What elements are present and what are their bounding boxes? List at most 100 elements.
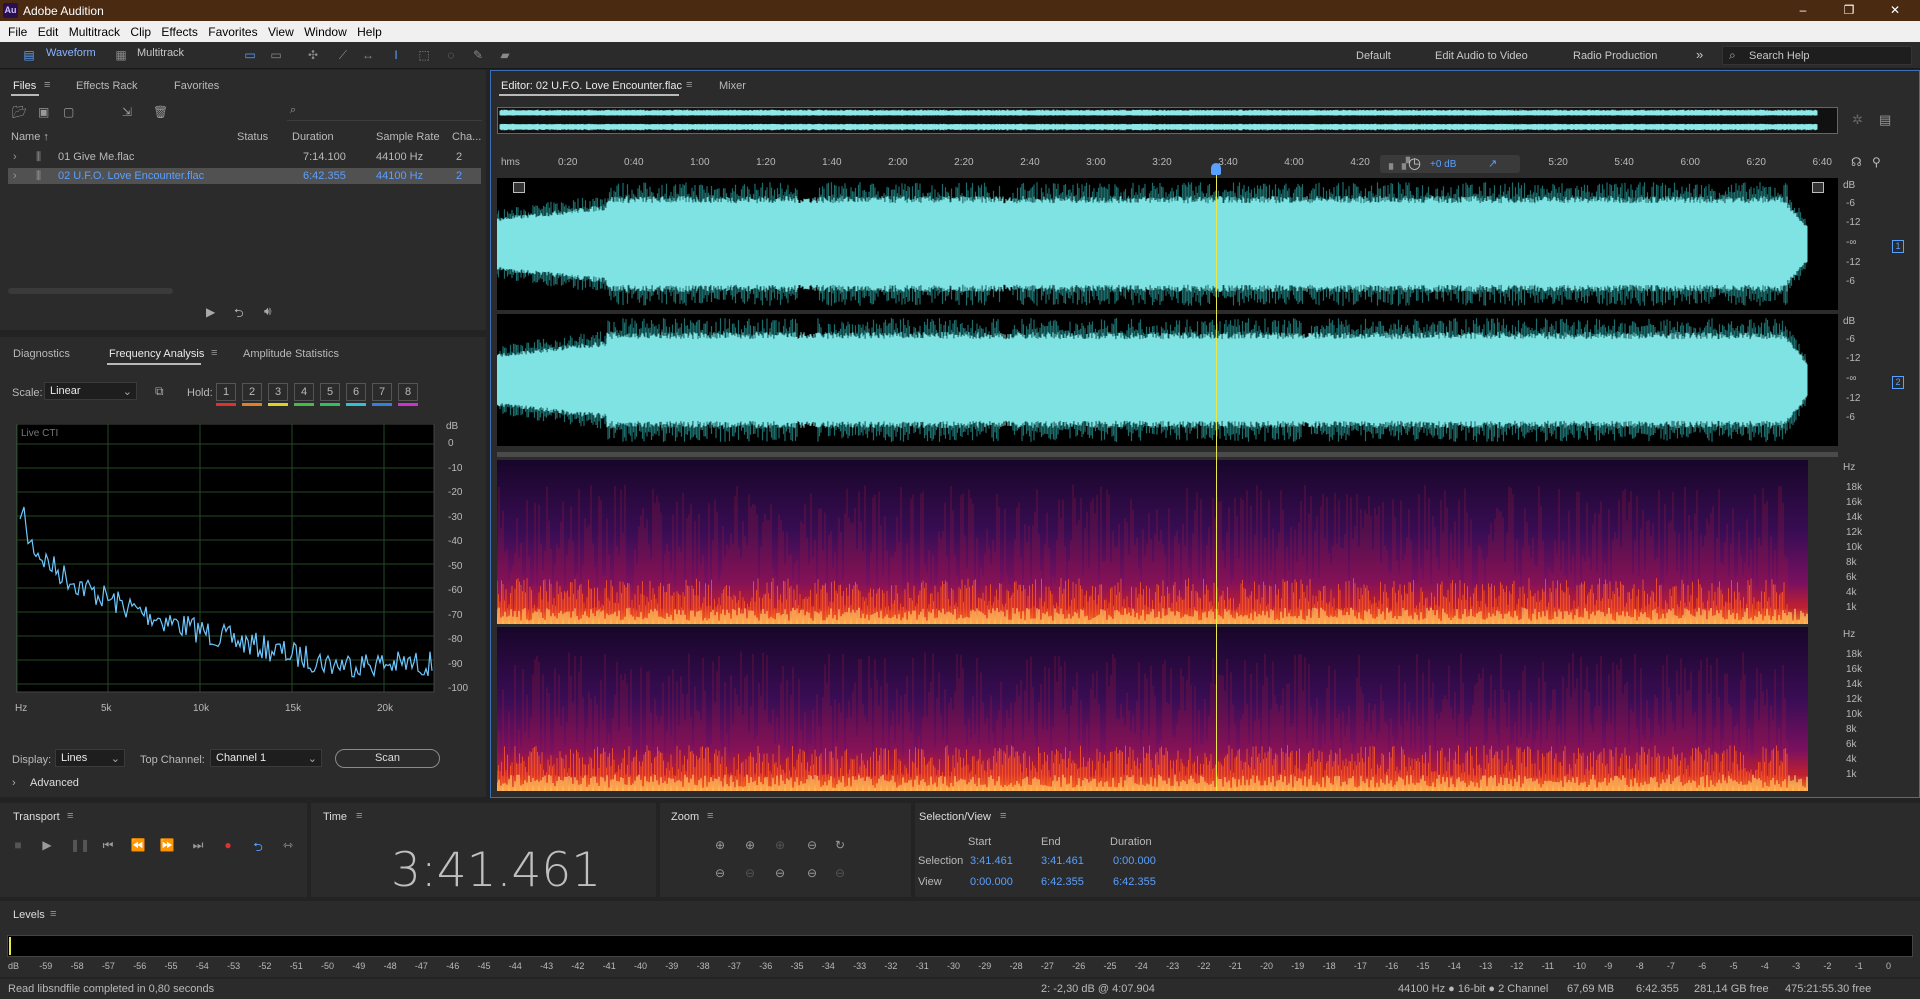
slip-tool-icon[interactable]: ↔ [360,48,376,62]
marquee-tool-icon[interactable]: ⬚ [416,48,432,62]
brush-tool-icon[interactable]: ✎ [470,48,486,62]
zoom-to-selection-icon[interactable]: ✲ [1852,112,1863,128]
restore-button[interactable]: ❐ [1826,0,1872,21]
panel-menu-icon[interactable]: ≡ [356,810,362,822]
tab-mixer[interactable]: Mixer [719,80,746,92]
tab-files[interactable]: Files [13,80,36,92]
panel-menu-icon[interactable]: ≡ [686,79,692,91]
waveform-channel-1[interactable] [496,178,1838,310]
more-workspaces-button[interactable]: » [1696,47,1703,62]
insert-into-multitrack-icon[interactable]: ⇲ [122,105,132,119]
chevron-right-icon[interactable]: › [12,777,16,789]
playhead-handle[interactable] [1211,163,1222,175]
column-name[interactable]: Name ↑ [11,131,49,143]
menu-view[interactable]: View [260,21,294,39]
zoom-out-time-icon[interactable]: ⊖ [742,866,758,880]
time-selection-tool-icon[interactable]: I [388,48,404,62]
skip-to-start-icon[interactable]: ⏮ [100,838,116,853]
channel-2-toggle[interactable]: 2 [1892,376,1904,389]
panel-menu-icon[interactable]: ≡ [707,810,713,822]
open-file-icon[interactable]: 📂︎ [12,105,27,119]
selection-start[interactable]: 3:41.461 [970,855,1013,867]
headphone-icon[interactable]: ☊ [1851,155,1862,169]
close-file-icon[interactable]: 🗑︎ [153,105,168,119]
zoom-in-amplitude-icon[interactable]: ⊕ [712,838,728,852]
search-help-input[interactable]: Search Help [1722,46,1912,65]
move-tool-icon[interactable]: ✣ [305,48,321,62]
zoom-out-full-icon[interactable]: ⊖ [804,838,820,852]
panel-menu-icon[interactable]: ≡ [50,908,56,920]
menu-help[interactable]: Help [349,21,382,39]
selection-end[interactable]: 3:41.461 [1041,855,1084,867]
view-end[interactable]: 6:42.355 [1041,876,1084,888]
new-file-icon[interactable]: ▢ [63,105,74,119]
channel-1-toggle[interactable]: 1 [1892,240,1904,253]
razor-tool-icon[interactable]: ⟋ [335,48,351,62]
hud-gain-value[interactable]: +0 dB [1430,159,1456,170]
hold-button-1[interactable]: 1 [216,383,236,401]
skip-to-end-icon[interactable]: ⏭ [190,838,206,853]
menu-file[interactable]: File [0,21,27,39]
zoom-to-in-point-icon[interactable]: ⊖ [772,866,788,880]
files-search-input[interactable]: ⌕ [287,104,482,121]
fast-forward-icon[interactable]: ⏩ [159,838,175,852]
view-start[interactable]: 0:00.000 [970,876,1013,888]
playhead[interactable] [1216,166,1218,791]
panel-menu-icon[interactable]: ≡ [67,810,73,822]
spot-healing-tool-icon[interactable]: ▰ [497,48,513,62]
hold-button-5[interactable]: 5 [320,383,340,401]
file-row[interactable]: › ⫼ 01 Give Me.flac 7:14.100 44100 Hz 2 [8,149,481,165]
pin-hud-icon[interactable]: ↗ [1488,157,1497,170]
spectral-channel-2[interactable] [496,627,1838,791]
workspace-radio-production[interactable]: Radio Production [1573,50,1657,62]
volume-knob-icon[interactable]: ◷ [1408,154,1421,172]
menu-multitrack[interactable]: Multitrack [61,21,120,39]
zoom-out-amplitude-icon[interactable]: ⊖ [712,866,728,880]
scale-dropdown[interactable]: Linear ⌄ [44,382,137,400]
rewind-icon[interactable]: ⏪ [130,838,146,852]
column-channels[interactable]: Cha... [452,131,481,143]
workspace-edit-audio-to-video[interactable]: Edit Audio to Video [1435,50,1528,62]
zoom-to-out-point-icon[interactable]: ⊖ [804,866,820,880]
column-status[interactable]: Status [237,131,268,143]
tab-amplitude-statistics[interactable]: Amplitude Statistics [243,348,339,360]
hold-button-2[interactable]: 2 [242,383,262,401]
panel-menu-icon[interactable]: ≡ [211,347,217,359]
play-preview-icon[interactable]: ▶ [206,305,215,319]
top-channel-dropdown[interactable]: Channel 1 ⌄ [210,749,322,767]
lasso-tool-icon[interactable]: ◌ [443,48,459,62]
auto-play-icon[interactable]: 🔊︎ [264,304,272,319]
snapshot-icon[interactable]: ⧉ [155,384,164,399]
panel-menu-icon[interactable]: ≡ [44,79,50,91]
import-file-icon[interactable]: ▣ [38,105,49,119]
menu-edit[interactable]: Edit [30,21,59,39]
spectral-channel-1[interactable] [496,460,1838,624]
marker-icon[interactable]: ⚲ [1872,155,1881,169]
selection-duration[interactable]: 0:00.000 [1113,855,1156,867]
hold-button-7[interactable]: 7 [372,383,392,401]
tab-effects-rack[interactable]: Effects Rack [76,80,138,92]
loop-icon[interactable]: ⮌ [250,838,266,859]
waveform-channel-2[interactable] [496,314,1838,446]
stop-icon[interactable]: ■ [10,838,26,852]
loop-preview-icon[interactable]: ⮌ [234,304,244,325]
files-horizontal-scrollbar[interactable] [8,288,173,294]
skip-selection-icon[interactable]: ⇿ [280,838,296,852]
pause-icon[interactable]: ❚❚ [70,838,90,852]
tab-frequency-analysis[interactable]: Frequency Analysis [109,348,204,360]
spectral-divider-handle[interactable] [497,452,1838,457]
tab-favorites[interactable]: Favorites [174,80,219,92]
menu-favorites[interactable]: Favorites [200,21,257,39]
zoom-to-selection-icon[interactable]: ⊖ [832,866,848,880]
hold-button-3[interactable]: 3 [268,383,288,401]
column-sample-rate[interactable]: Sample Rate [376,131,440,143]
fade-out-handle-icon[interactable] [1812,182,1824,193]
column-duration[interactable]: Duration [292,131,334,143]
tab-diagnostics[interactable]: Diagnostics [13,348,70,360]
advanced-toggle[interactable]: Advanced [30,777,79,789]
zoom-in-point-icon[interactable]: ⊕ [772,838,788,852]
fade-in-handle-icon[interactable] [513,182,525,193]
scan-button[interactable]: Scan [335,749,440,768]
minimize-button[interactable]: – [1780,0,1826,21]
close-button[interactable]: ✕ [1872,0,1918,21]
